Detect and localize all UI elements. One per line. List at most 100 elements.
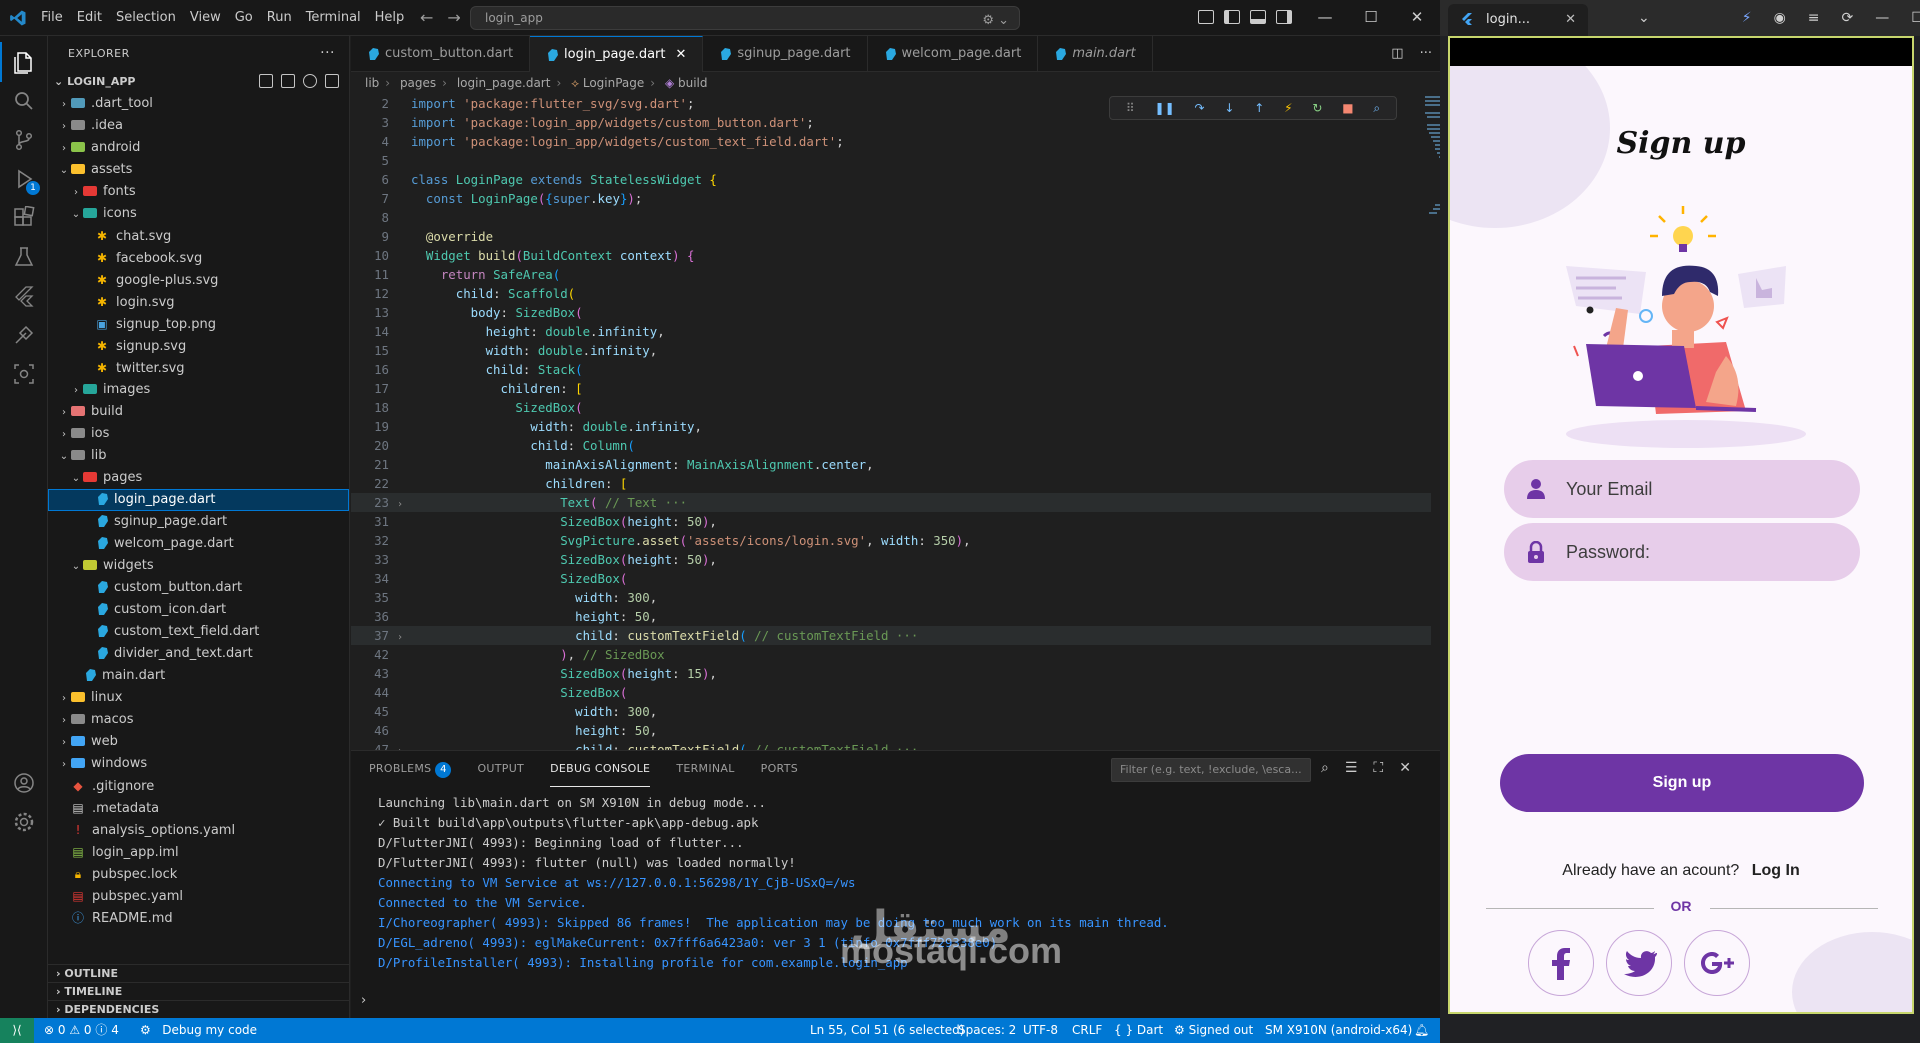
tree-folder[interactable]: ⌄ widgets: [48, 555, 349, 577]
screen-capture-icon[interactable]: [12, 362, 36, 386]
close-window-icon[interactable]: ✕: [1394, 0, 1440, 36]
tree-folder[interactable]: ⌄ pages: [48, 467, 349, 489]
panel-tab-output[interactable]: OUTPUT: [477, 751, 524, 787]
hot-reload-icon[interactable]: ⚡: [1742, 10, 1752, 26]
breadcrumb-item[interactable]: lib: [365, 76, 379, 90]
tree-folder[interactable]: › web: [48, 731, 349, 753]
tree-file[interactable]: custom_text_field.dart: [48, 621, 349, 643]
customize-layout-icon[interactable]: [1198, 10, 1214, 24]
remote-indicator-icon[interactable]: ⟩⟨: [0, 1018, 34, 1043]
tree-folder[interactable]: ⌄ icons: [48, 203, 349, 225]
signup-button[interactable]: Sign up: [1500, 754, 1864, 812]
tree-file[interactable]: ! analysis_options.yaml: [48, 819, 349, 841]
account-status[interactable]: ⚙ Signed out: [1174, 1018, 1253, 1043]
tree-file[interactable]: ✱ login.svg: [48, 291, 349, 313]
panel-tab-debug-console[interactable]: DEBUG CONSOLE: [550, 751, 651, 787]
code-editor[interactable]: 2 import 'package:flutter_svg/svg.dart'; 3…: [351, 94, 1431, 784]
workspace-root[interactable]: ⌄ LOGIN_APP: [48, 71, 349, 93]
hot-reload-icon[interactable]: ⚡: [1284, 101, 1292, 115]
back-arrow-icon[interactable]: ←: [420, 8, 433, 27]
menu-edit[interactable]: Edit: [70, 0, 109, 36]
menu-view[interactable]: View: [183, 0, 228, 36]
tree-folder[interactable]: › macos: [48, 709, 349, 731]
run-debug-icon[interactable]: 1: [12, 167, 40, 195]
google-plus-button[interactable]: [1684, 930, 1750, 996]
login-link[interactable]: Log In: [1752, 862, 1800, 879]
tree-folder[interactable]: › ios: [48, 423, 349, 445]
copilot-dropdown-icon[interactable]: ⚙ ⌄: [982, 10, 1009, 32]
drag-handle-icon[interactable]: ⠿: [1126, 101, 1135, 115]
toggle-sidebar-icon[interactable]: [1224, 10, 1240, 24]
menu-go[interactable]: Go: [228, 0, 260, 36]
tree-folder[interactable]: › fonts: [48, 181, 349, 203]
minimize-icon[interactable]: —: [1302, 0, 1348, 36]
emulator-tab[interactable]: login... ✕: [1448, 4, 1588, 36]
step-over-icon[interactable]: ↷: [1194, 101, 1204, 115]
pause-icon[interactable]: ❚❚: [1155, 101, 1175, 115]
tree-file[interactable]: custom_button.dart: [48, 577, 349, 599]
tree-folder[interactable]: ⌄ assets: [48, 159, 349, 181]
minimize-icon[interactable]: —: [1875, 10, 1889, 26]
line-ending[interactable]: CRLF: [1072, 1018, 1102, 1043]
tree-folder[interactable]: › build: [48, 401, 349, 423]
section-timeline[interactable]: › TIMELINE: [48, 982, 350, 1000]
breadcrumb-item[interactable]: login_page.dart: [457, 76, 551, 90]
devtools-icon[interactable]: ⌕: [1373, 101, 1380, 116]
maximize-icon[interactable]: ☐: [1348, 0, 1394, 36]
twitter-button[interactable]: [1606, 930, 1672, 996]
tree-file[interactable]: ▤ .metadata: [48, 797, 349, 819]
breadcrumb-item[interactable]: build: [678, 76, 708, 90]
split-editor-icon[interactable]: ◫: [1391, 46, 1403, 61]
console-input-chevron-icon[interactable]: ›: [361, 993, 366, 1008]
source-control-icon[interactable]: [12, 128, 36, 152]
menu-run[interactable]: Run: [260, 0, 299, 36]
maximize-icon[interactable]: ☐: [1911, 10, 1920, 26]
password-field[interactable]: Password:: [1504, 523, 1860, 581]
menu-terminal[interactable]: Terminal: [299, 0, 368, 36]
tree-file[interactable]: custom_icon.dart: [48, 599, 349, 621]
tree-file[interactable]: welcom_page.dart: [48, 533, 349, 555]
stop-icon[interactable]: ■: [1342, 101, 1353, 115]
tab-main[interactable]: main.dart: [1038, 36, 1153, 71]
menu-help[interactable]: Help: [368, 0, 412, 36]
panel-tab-problems[interactable]: PROBLEMS 4: [369, 751, 452, 787]
tree-folder[interactable]: › windows: [48, 753, 349, 775]
tab-signup-page[interactable]: sginup_page.dart: [703, 36, 868, 71]
account-icon[interactable]: [12, 771, 36, 795]
panel-tab-terminal[interactable]: TERMINAL: [676, 751, 734, 787]
restart-icon[interactable]: ↻: [1312, 101, 1322, 115]
command-center-search[interactable]: login_app ⚙ ⌄: [470, 6, 1020, 30]
chevron-down-icon[interactable]: ⌄: [1638, 10, 1650, 26]
section-outline[interactable]: › OUTLINE: [48, 964, 350, 982]
facebook-button[interactable]: [1528, 930, 1594, 996]
panel-tab-ports[interactable]: PORTS: [761, 751, 798, 787]
problems-status[interactable]: ⊗ 0 ⚠ 0 ⓘ 4: [44, 1018, 119, 1043]
tree-folder[interactable]: › images: [48, 379, 349, 401]
settings-gear-icon[interactable]: [12, 810, 36, 834]
tree-file[interactable]: ✱ chat.svg: [48, 225, 349, 247]
menu-icon[interactable]: ≡: [1808, 10, 1820, 26]
new-folder-icon[interactable]: [281, 74, 295, 88]
cursor-position[interactable]: Ln 55, Col 51 (6 selected): [810, 1018, 964, 1043]
more-actions-icon[interactable]: ···: [1420, 46, 1432, 61]
section-dependencies[interactable]: › DEPENDENCIES: [48, 1000, 350, 1018]
tab-custom-button[interactable]: custom_button.dart: [351, 36, 531, 71]
clear-console-icon[interactable]: ☰: [1345, 760, 1358, 776]
new-file-icon[interactable]: [259, 74, 273, 88]
tree-folder[interactable]: › linux: [48, 687, 349, 709]
tree-file[interactable]: ▣ signup_top.png: [48, 313, 349, 335]
tree-file[interactable]: ▤ login_app.iml: [48, 841, 349, 863]
profile-icon[interactable]: ◉: [1774, 10, 1786, 26]
breadcrumb-item[interactable]: LoginPage: [583, 76, 644, 90]
menu-selection[interactable]: Selection: [109, 0, 183, 36]
testing-icon[interactable]: [12, 245, 36, 269]
notifications-bell-icon[interactable]: 🔔︎: [1414, 1018, 1429, 1043]
tree-folder[interactable]: › android: [48, 137, 349, 159]
tree-folder[interactable]: ⌄ lib: [48, 445, 349, 467]
tree-file[interactable]: ⓘ README.md: [48, 907, 349, 929]
close-panel-icon[interactable]: ✕: [1399, 760, 1411, 776]
collapse-all-icon[interactable]: [325, 74, 339, 88]
email-field[interactable]: Your Email: [1504, 460, 1860, 518]
more-actions-icon[interactable]: ···: [320, 36, 335, 71]
toggle-panel-icon[interactable]: [1250, 10, 1266, 24]
